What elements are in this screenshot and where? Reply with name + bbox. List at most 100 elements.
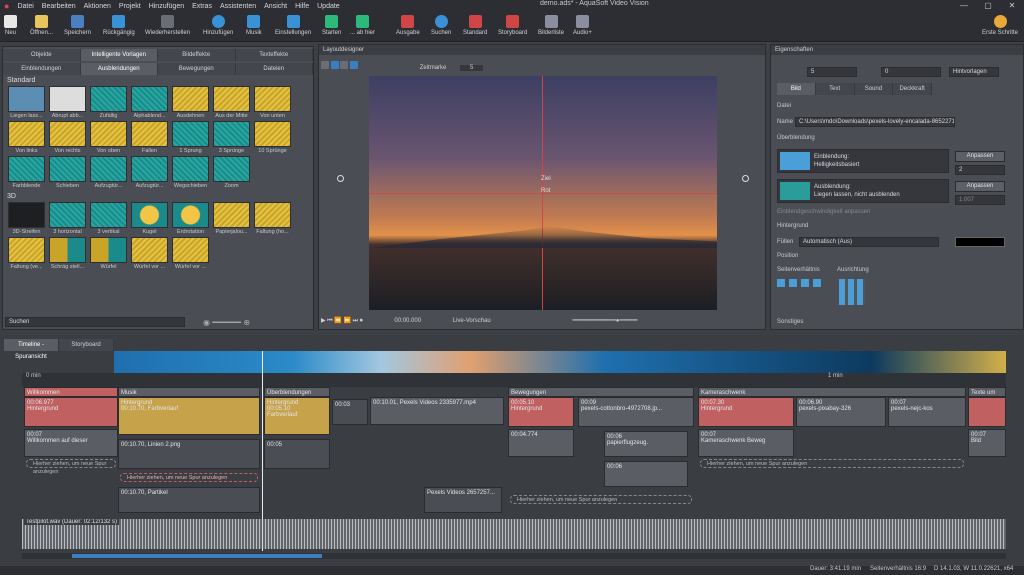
y-input[interactable]: 0: [881, 67, 941, 77]
clip-willkommen[interactable]: 00:06.977 Hintergrund: [24, 397, 118, 427]
effect-tile[interactable]: Faltung (ve...: [7, 237, 46, 270]
select-tool-icon[interactable]: [321, 61, 329, 69]
effect-tile[interactable]: Wegschieben: [171, 156, 210, 189]
fuellen-select[interactable]: Automatisch (Aus): [799, 237, 939, 247]
search-button[interactable]: Suchen: [431, 15, 451, 36]
zoom-slider-icon[interactable]: ◉ ━━━━━━ ⊕: [203, 318, 250, 327]
anchor-label[interactable]: Rot: [541, 188, 550, 194]
speed-checkbox[interactable]: Einblendgeschwindigkeit anpassen: [777, 209, 870, 215]
clip-003[interactable]: 00:03: [332, 399, 368, 425]
effect-tile[interactable]: Würfel vor ...: [130, 237, 169, 270]
effect-tile[interactable]: 3 Sprünge: [212, 121, 251, 154]
effect-tile[interactable]: Würfel vor ...: [171, 237, 210, 270]
spin-2[interactable]: 1.007: [955, 195, 1005, 205]
clip-nejc[interactable]: 00:07 pexels-nejc-kos: [888, 397, 966, 427]
live-preview-toggle[interactable]: Live-Vorschau: [453, 318, 491, 324]
x-input[interactable]: 5: [807, 67, 857, 77]
standard-view-button[interactable]: Standard: [463, 15, 487, 36]
effect-tile[interactable]: Faltung (ho...: [253, 202, 292, 235]
anpassen-button-1[interactable]: Anpassen: [955, 151, 1005, 162]
clip-texte[interactable]: [968, 397, 1006, 427]
effect-tile[interactable]: Abrupt abb...: [48, 86, 87, 119]
tab-deckkraft[interactable]: Deckkraft: [893, 83, 932, 95]
drop-hint[interactable]: Hierher ziehen, um neue Spur anzulegen: [26, 459, 116, 475]
effect-tile[interactable]: Farbblende: [7, 156, 46, 189]
clip-text[interactable]: 00:04.774: [508, 429, 574, 457]
redo-button[interactable]: Wiederherstellen: [145, 15, 190, 36]
storyboard-view-button[interactable]: Storyboard: [498, 15, 527, 36]
grid-tool-icon[interactable]: [340, 61, 349, 69]
preview-stage[interactable]: Ziel Rot: [369, 76, 717, 310]
clip-bild[interactable]: 00:07 Bild: [968, 429, 1006, 457]
menu-datei[interactable]: Datei: [13, 3, 37, 10]
menu-ansicht[interactable]: Ansicht: [260, 3, 291, 10]
undo-button[interactable]: Rückgängig: [103, 15, 135, 36]
tab-text[interactable]: Text: [815, 83, 855, 95]
settings-button[interactable]: Einstellungen: [275, 15, 311, 36]
clip-kamera-text[interactable]: 00:07 Kameraschwenk Beweg: [698, 429, 794, 457]
tab-intelligente-vorlagen[interactable]: Intelligente Vorlagen: [80, 49, 158, 61]
clip-bewegungen[interactable]: 00:05.10 Hintergrund: [508, 397, 574, 427]
effect-tile[interactable]: Alphablend...: [130, 86, 169, 119]
minimize-button[interactable]: —: [952, 0, 976, 12]
menu-aktionen[interactable]: Aktionen: [80, 3, 115, 10]
effect-tile[interactable]: Schieben: [48, 156, 87, 189]
clip-farbverlauf[interactable]: Hintergrund 00:10.70, Farbverlauf: [118, 397, 260, 435]
clip-sunset[interactable]: 00:05: [264, 439, 330, 469]
effect-tile[interactable]: Zoom: [212, 156, 251, 189]
drop-hint[interactable]: Hierher ziehen, um neue Spur anzulegen: [510, 495, 692, 504]
thumbnail-strip[interactable]: [114, 351, 1006, 373]
open-button[interactable]: Öffnen...: [30, 15, 53, 36]
clip-header[interactable]: Kameraschwenk: [698, 387, 966, 397]
menu-assistenten[interactable]: Assistenten: [216, 3, 260, 10]
tab-bild[interactable]: Bild: [777, 83, 816, 95]
tab-sound[interactable]: Sound: [854, 83, 894, 95]
time-ruler[interactable]: 0 min 1 min: [22, 373, 1006, 387]
effect-tile[interactable]: Kugel: [130, 202, 169, 235]
clip-papierflug-2[interactable]: 00:06: [604, 461, 688, 487]
clip-header[interactable]: Texte um: [968, 387, 1006, 397]
clip-header[interactable]: Willkommen: [24, 387, 118, 397]
clip-papierflug[interactable]: 00:06 papierflugzeug.: [604, 431, 688, 457]
new-button[interactable]: Neu: [4, 15, 17, 36]
preset-select[interactable]: Hintvorlagen: [949, 67, 999, 77]
audio-waveform[interactable]: Testpilot.wav (Dauer: 02:12/132 s): [22, 519, 1006, 549]
spin-1[interactable]: 2: [955, 165, 1005, 175]
zoom-slider[interactable]: ━━━━━━━━━━━━●━━━━━: [572, 318, 637, 324]
tab-timeline[interactable]: Timeline - Spuransicht: [4, 339, 59, 360]
effect-tile[interactable]: Von oben: [89, 121, 128, 154]
tab-einblendungen[interactable]: Einblendungen: [3, 63, 81, 75]
drop-hint[interactable]: Hierher ziehen, um neue Spur anzulegen: [120, 473, 258, 482]
effect-tile[interactable]: Von rechts: [48, 121, 87, 154]
start-from-here-button[interactable]: ... ab hier: [350, 15, 375, 36]
menu-extras[interactable]: Extras: [188, 3, 216, 10]
clip-video-1[interactable]: 00:10.01, Pexels Videos 2335977.mp4: [370, 397, 504, 425]
effect-tile[interactable]: 3 vertikal: [89, 202, 128, 235]
effect-tile[interactable]: Ausdehnen: [171, 86, 210, 119]
effect-tile[interactable]: Aus der Mitte: [212, 86, 251, 119]
effect-tile[interactable]: Würfel: [89, 237, 128, 270]
einblendung-select[interactable]: Einblendung: Helligkeitsbasiert: [777, 149, 949, 173]
clip-header[interactable]: Musik: [118, 387, 260, 397]
clip-cottonbro[interactable]: 00:09 pexels-cottonbro-4972708.jp...: [578, 397, 694, 427]
tab-texteffekte[interactable]: Texteffekte: [235, 49, 313, 61]
effect-tile[interactable]: 10 Sprünge: [253, 121, 292, 154]
effect-tile[interactable]: 1 Sprung: [171, 121, 210, 154]
effect-tile[interactable]: Von links: [7, 121, 46, 154]
clip-farbverlauf-2[interactable]: Hintergrund 00:05.10 Farbverlauf: [264, 397, 330, 435]
clip-kamera[interactable]: 00:07.30 Hintergrund: [698, 397, 794, 427]
effect-tile[interactable]: Von unten: [253, 86, 292, 119]
play-icon[interactable]: ▶ ⏮ ⏪ ⏩ ⏭ ⏺: [321, 318, 363, 324]
start-button[interactable]: Starten: [322, 15, 341, 36]
close-button[interactable]: ✕: [1000, 0, 1024, 12]
image-list-button[interactable]: Bilderliste: [538, 15, 564, 36]
effect-tile[interactable]: 3 horizontal: [48, 202, 87, 235]
anchor-label[interactable]: Ziel: [541, 176, 551, 182]
audio-plus-button[interactable]: Audio+: [573, 15, 592, 36]
effect-tile[interactable]: Zufällig: [89, 86, 128, 119]
clip-header[interactable]: Überblendungen: [264, 387, 330, 397]
effect-tile[interactable]: Erdrotation: [171, 202, 210, 235]
effect-tile[interactable]: Schräg stell...: [48, 237, 87, 270]
maximize-button[interactable]: ▢: [976, 0, 1000, 12]
clip-pixabay[interactable]: 00:06.90 pexels-pixabay-326: [796, 397, 886, 427]
